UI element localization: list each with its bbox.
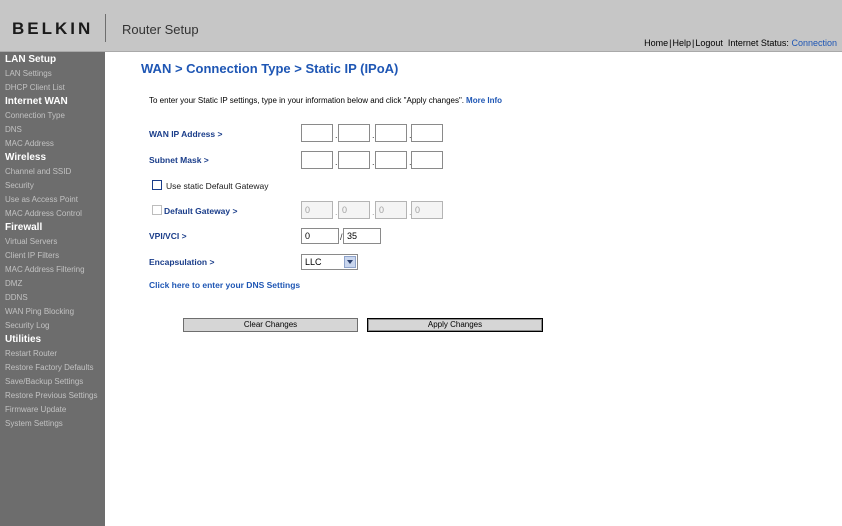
sidebar-item-virtual-servers[interactable]: Virtual Servers [0,235,105,249]
sidebar-item-system-settings[interactable]: System Settings [0,417,105,431]
home-link[interactable]: Home [644,38,668,48]
encapsulation-label: Encapsulation > [149,257,215,267]
top-links: Home|Help|Logout Internet Status: Connec… [644,38,837,48]
page-title: WAN > Connection Type > Static IP (IPoA) [141,61,399,76]
intro-text: To enter your Static IP settings, type i… [149,96,502,105]
wan-ip-octet-4[interactable] [411,124,443,142]
sidebar-section-internet-wan[interactable]: Internet WAN [0,95,105,109]
vpi-input[interactable]: 0 [301,228,339,244]
subnet-octet-4[interactable] [411,151,443,169]
default-gateway-checkbox[interactable] [152,205,162,215]
vpi-vci-label: VPI/VCI > [149,231,187,241]
sidebar-item-mac-address-filtering[interactable]: MAC Address Filtering [0,263,105,277]
sidebar-item-restore-factory-defaults[interactable]: Restore Factory Defaults [0,361,105,375]
sidebar-section-wireless[interactable]: Wireless [0,151,105,165]
gateway-octet-3[interactable]: 0 [375,201,407,219]
logout-link[interactable]: Logout [695,38,723,48]
sidebar-item-dhcp-client-list[interactable]: DHCP Client List [0,81,105,95]
sidebar-item-mac-address-control[interactable]: MAC Address Control [0,207,105,221]
sidebar-item-security-log[interactable]: Security Log [0,319,105,333]
header-divider [105,14,106,42]
gateway-octet-2[interactable]: 0 [338,201,370,219]
internet-status-value: Connection [791,38,837,48]
sidebar-item-access-point[interactable]: Use as Access Point [0,193,105,207]
vci-input[interactable]: 35 [343,228,381,244]
sidebar-item-dmz[interactable]: DMZ [0,277,105,291]
sidebar-item-wan-ping-blocking[interactable]: WAN Ping Blocking [0,305,105,319]
use-static-gateway-checkbox[interactable] [152,180,162,190]
sidebar-item-firmware-update[interactable]: Firmware Update [0,403,105,417]
belkin-logo: BELKIN [12,19,94,38]
sidebar-section-lan-setup[interactable]: LAN Setup [0,53,105,67]
intro-message: To enter your Static IP settings, type i… [149,96,465,105]
subnet-mask-label: Subnet Mask > [149,155,209,165]
encapsulation-select[interactable]: LLC [301,254,358,270]
sidebar-item-channel-ssid[interactable]: Channel and SSID [0,165,105,179]
sidebar-item-lan-settings[interactable]: LAN Settings [0,67,105,81]
sidebar-item-dns[interactable]: DNS [0,123,105,137]
sidebar-item-client-ip-filters[interactable]: Client IP Filters [0,249,105,263]
wan-ip-octet-3[interactable] [375,124,407,142]
gateway-octet-4[interactable]: 0 [411,201,443,219]
internet-status-label: Internet Status: [727,38,789,48]
header-bar: BELKIN Router Setup Home|Help|Logout Int… [0,0,842,52]
clear-changes-button[interactable]: Clear Changes [183,318,358,332]
main-content: WAN > Connection Type > Static IP (IPoA)… [105,52,842,526]
chevron-down-icon[interactable] [344,256,356,268]
sidebar-section-firewall[interactable]: Firewall [0,221,105,235]
sidebar-item-restart-router[interactable]: Restart Router [0,347,105,361]
more-info-link[interactable]: More Info [466,96,502,105]
sidebar-item-restore-previous-settings[interactable]: Restore Previous Settings [0,389,105,403]
sidebar-item-ddns[interactable]: DDNS [0,291,105,305]
wan-ip-octet-1[interactable] [301,124,333,142]
gateway-octet-1[interactable]: 0 [301,201,333,219]
sidebar-item-security[interactable]: Security [0,179,105,193]
dns-settings-link[interactable]: Click here to enter your DNS Settings [149,280,300,290]
help-link[interactable]: Help [672,38,691,48]
wan-ip-octet-2[interactable] [338,124,370,142]
default-gateway-label: Default Gateway > [164,206,238,216]
use-static-gateway-label: Use static Default Gateway [166,181,269,191]
sidebar-item-connection-type[interactable]: Connection Type [0,109,105,123]
sidebar-section-utilities[interactable]: Utilities [0,333,105,347]
sidebar: LAN Setup LAN Settings DHCP Client List … [0,52,105,526]
link-separator: | [692,38,695,48]
subnet-octet-1[interactable] [301,151,333,169]
wan-ip-label: WAN IP Address > [149,129,223,139]
subnet-octet-3[interactable] [375,151,407,169]
sidebar-item-mac-address[interactable]: MAC Address [0,137,105,151]
sidebar-item-save-backup-settings[interactable]: Save/Backup Settings [0,375,105,389]
header-title: Router Setup [122,22,199,37]
encapsulation-value: LLC [305,257,322,267]
apply-changes-button[interactable]: Apply Changes [367,318,543,332]
subnet-octet-2[interactable] [338,151,370,169]
